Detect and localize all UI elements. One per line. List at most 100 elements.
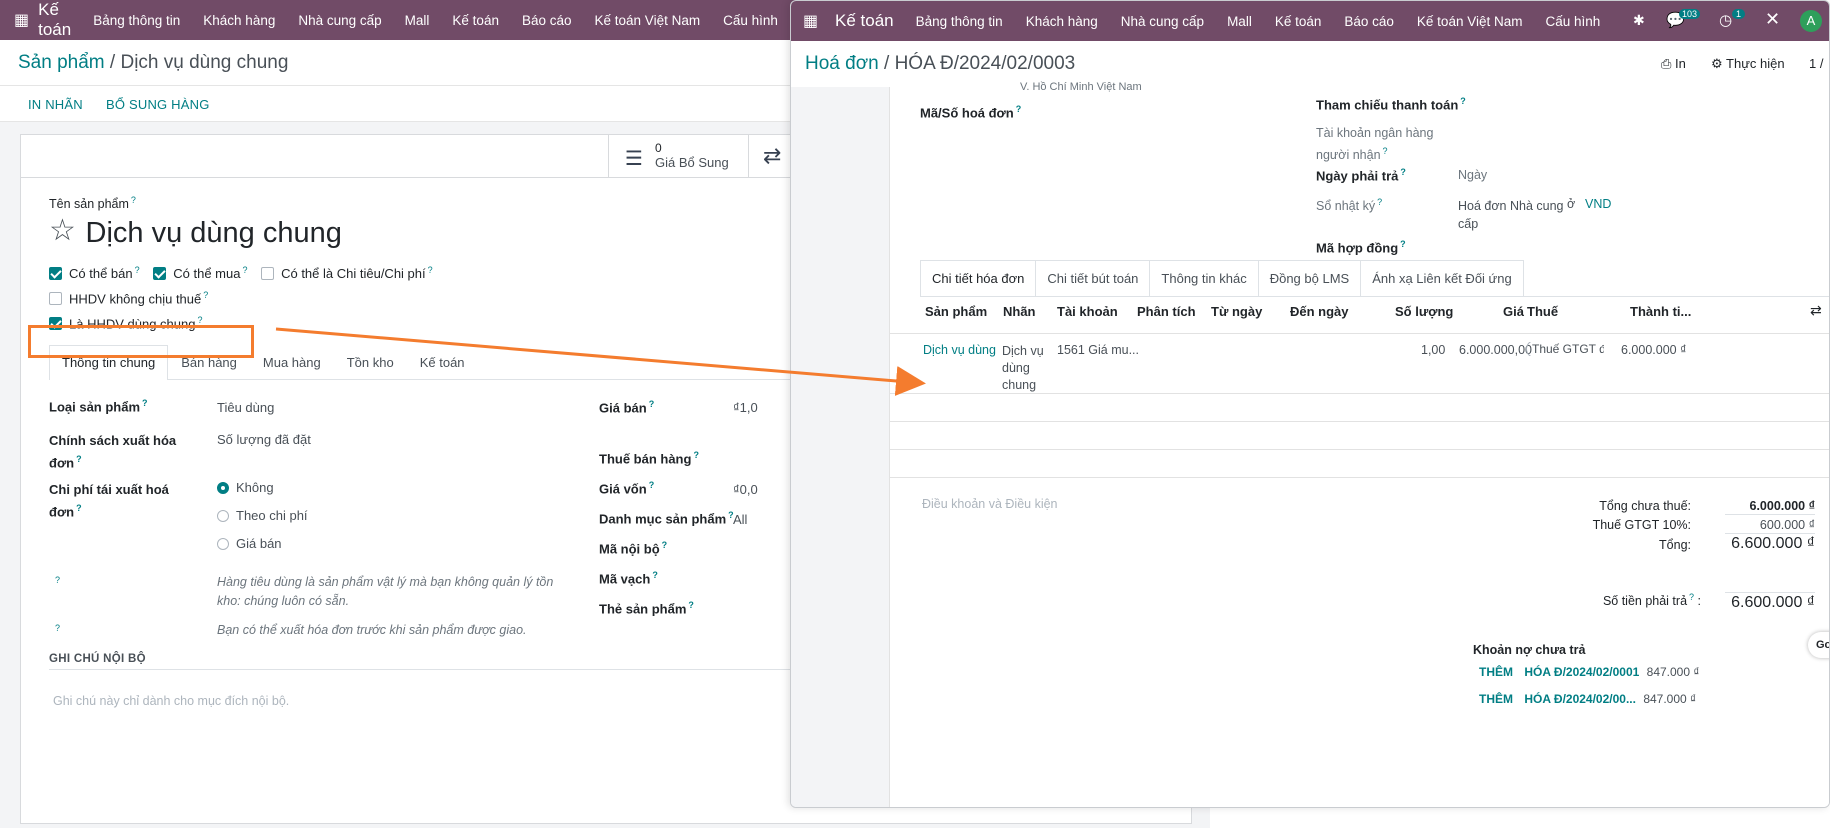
sale-price-value[interactable]: ₫1,0 bbox=[733, 400, 758, 415]
internal-notes-input[interactable]: Ghi chú này chỉ dành cho mục đích nội bộ… bbox=[53, 694, 289, 708]
pager[interactable]: 1 / bbox=[1809, 56, 1823, 71]
amount-due-label: Số tiền phải trả? : bbox=[1602, 592, 1701, 609]
journal-value[interactable]: Hoá đơn Nhà cung cấp bbox=[1458, 197, 1564, 233]
menu-accounting[interactable]: Kế toán bbox=[452, 13, 499, 28]
invoice-policy-value[interactable]: Số lượng đã đặt bbox=[217, 432, 311, 447]
reinvoice-option-no[interactable]: Không bbox=[217, 480, 274, 495]
col-to-date[interactable]: Đến ngày bbox=[1290, 304, 1349, 319]
breadcrumb-parent[interactable]: Sản phẩm bbox=[18, 52, 105, 73]
tab-invoice-lines[interactable]: Chi tiết hóa đơn bbox=[920, 260, 1037, 296]
menu-vendors[interactable]: Nhà cung cấp bbox=[1121, 14, 1204, 29]
col-account[interactable]: Tài khoản bbox=[1057, 304, 1118, 319]
replenish-button[interactable]: BỔ SUNG HÀNG bbox=[106, 97, 210, 112]
can-buy-checkbox[interactable]: Có thể mua? bbox=[153, 265, 247, 281]
tab-lms-sync[interactable]: Đồng bộ LMS bbox=[1257, 260, 1362, 296]
avatar[interactable]: A bbox=[1800, 10, 1822, 32]
row-account[interactable]: 1561 Giá mu... bbox=[1057, 343, 1139, 357]
row-subtotal[interactable]: 6.000.000 ₫ bbox=[1621, 343, 1687, 357]
col-product[interactable]: Sản phẩm bbox=[925, 304, 987, 319]
col-label[interactable]: Nhãn bbox=[1003, 304, 1036, 319]
menu-vn-accounting[interactable]: Kế toán Việt Nam bbox=[1417, 14, 1523, 29]
menu-dashboard[interactable]: Bảng thông tin bbox=[93, 13, 180, 28]
go-button[interactable]: Go bbox=[1808, 632, 1829, 658]
menu-customers[interactable]: Khách hàng bbox=[203, 13, 275, 28]
category-value[interactable]: All bbox=[733, 512, 747, 527]
table-row[interactable]: Dịch vụ dùng cl Dịch vụdùngchung 1561 Gi… bbox=[890, 334, 1829, 394]
due-date-input[interactable]: Ngày bbox=[1458, 168, 1487, 182]
row-quantity[interactable]: 1,00 bbox=[1421, 343, 1445, 357]
breadcrumb-sep: / bbox=[109, 52, 116, 73]
cost-value[interactable]: ₫0,0 bbox=[733, 482, 758, 497]
print-button[interactable]: ⎙ In bbox=[1661, 56, 1686, 72]
tab-inventory[interactable]: Tồn kho bbox=[334, 345, 407, 379]
favorite-star-icon[interactable]: ☆ bbox=[49, 214, 76, 247]
tools-icon[interactable]: ✕ bbox=[1765, 9, 1780, 30]
untaxed-label: Tổng chưa thuế: bbox=[1599, 499, 1691, 513]
partner-address-cut: V. Hồ Chí Minh Việt Nam bbox=[1020, 81, 1142, 93]
tab-other-info[interactable]: Thông tin khác bbox=[1149, 260, 1259, 296]
menu-reports[interactable]: Báo cáo bbox=[1344, 14, 1394, 29]
menu-accounting[interactable]: Kế toán bbox=[1275, 14, 1322, 29]
category-label: Danh mục sản phẩm? bbox=[599, 510, 734, 527]
row-price[interactable]: 6.000.000,00 bbox=[1459, 343, 1532, 357]
col-tax[interactable]: Thuế bbox=[1527, 304, 1558, 319]
col-analytic[interactable]: Phân tích bbox=[1137, 304, 1196, 319]
tab-accounting[interactable]: Kế toán bbox=[407, 345, 478, 379]
breadcrumb-current: Dịch vụ dùng chung bbox=[120, 52, 289, 73]
cost-label: Giá vốn? bbox=[599, 480, 655, 497]
col-price[interactable]: Giá bbox=[1503, 304, 1524, 319]
menu-mall[interactable]: Mall bbox=[405, 13, 430, 28]
can-sell-checkbox[interactable]: Có thể bán? bbox=[49, 265, 140, 281]
add-outstanding-button[interactable]: THÊM bbox=[1479, 692, 1513, 706]
col-from-date[interactable]: Từ ngày bbox=[1211, 304, 1262, 319]
menu-vendors[interactable]: Nhà cung cấp bbox=[298, 13, 381, 28]
outstanding-title: Khoản nợ chưa trả bbox=[1473, 643, 1586, 657]
control-panel: Hoá đơn / HÓA Đ/2024/02/0003 ⎙ In ⚙ Thực… bbox=[791, 41, 1829, 87]
reinvoice-option-sales-price[interactable]: Giá bán bbox=[217, 536, 282, 551]
col-quantity[interactable]: Số lượng bbox=[1395, 304, 1453, 319]
menu-mall[interactable]: Mall bbox=[1227, 14, 1252, 29]
menu-configuration[interactable]: Cấu hình bbox=[1545, 14, 1600, 29]
app-brand[interactable]: Kế toán bbox=[835, 11, 894, 31]
currency-value[interactable]: VND bbox=[1585, 197, 1611, 211]
outstanding-ref[interactable]: HÓA Đ/2024/02/0001 bbox=[1524, 665, 1639, 679]
product-name-label: Tên sản phẩm? bbox=[49, 195, 136, 212]
tab-counterpart-mapping[interactable]: Ánh xạ Liên kết Đối ứng bbox=[1360, 260, 1524, 296]
internal-ref-label: Mã nội bộ? bbox=[599, 540, 668, 557]
action-button-row: IN NHÃN BỔ SUNG HÀNG bbox=[0, 86, 800, 122]
menu-dashboard[interactable]: Bảng thông tin bbox=[916, 14, 1003, 29]
add-outstanding-button[interactable]: THÊM bbox=[1479, 665, 1513, 679]
row-label[interactable]: Dịch vụ dùng chung bbox=[1002, 343, 1044, 394]
product-name[interactable]: Dịch vụ dùng chung bbox=[86, 217, 342, 249]
breadcrumb-parent[interactable]: Hoá đơn bbox=[805, 53, 879, 74]
help-icon: ? bbox=[55, 575, 61, 585]
row-tax-chip[interactable]: Thuế GTGT đượ bbox=[1526, 342, 1604, 356]
apps-menu-icon[interactable]: ▦ bbox=[14, 10, 29, 30]
outstanding-ref[interactable]: HÓA Đ/2024/02/00... bbox=[1524, 692, 1636, 706]
clock-icon[interactable]: ◷ bbox=[1719, 11, 1732, 29]
left-main-navbar: ▦ Kế toán Bảng thông tin Khách hàng Nhà … bbox=[0, 0, 800, 40]
col-subtotal[interactable]: Thành ti... bbox=[1630, 304, 1691, 319]
terms-input[interactable]: Điều khoản và Điều kiện bbox=[922, 497, 1058, 511]
extra-prices-button[interactable]: ☰ 0 Giá Bổ Sung bbox=[608, 135, 748, 178]
row-product[interactable]: Dịch vụ dùng cl bbox=[923, 343, 999, 357]
menu-configuration[interactable]: Cấu hình bbox=[723, 13, 778, 28]
bug-icon[interactable]: ✱ bbox=[1633, 12, 1645, 29]
tab-purchase[interactable]: Mua hàng bbox=[250, 345, 334, 379]
print-labels-button[interactable]: IN NHÃN bbox=[28, 97, 83, 112]
expense-checkbox[interactable]: Có thể là Chi tiêu/Chi phí? bbox=[261, 265, 433, 281]
apps-menu-icon[interactable]: ▦ bbox=[803, 11, 825, 31]
column-settings-icon[interactable]: ⇄ bbox=[1810, 302, 1822, 319]
reinvoice-option-cost[interactable]: Theo chi phí bbox=[217, 508, 308, 523]
invoice-code-label: Mã/Số hoá đơn? bbox=[920, 104, 1022, 121]
menu-reports[interactable]: Báo cáo bbox=[522, 13, 572, 28]
tab-journal-items[interactable]: Chi tiết bút toán bbox=[1035, 260, 1151, 296]
sale-price-label: Giá bán? bbox=[599, 399, 655, 416]
no-tax-checkbox[interactable]: HHDV không chịu thuế? bbox=[49, 290, 208, 306]
menu-vn-accounting[interactable]: Kế toán Việt Nam bbox=[595, 13, 701, 28]
menu-customers[interactable]: Khách hàng bbox=[1026, 14, 1098, 29]
action-button[interactable]: ⚙ Thực hiện bbox=[1711, 56, 1785, 72]
app-brand[interactable]: Kế toán bbox=[38, 0, 71, 40]
outstanding-item: THÊM HÓA Đ/2024/02/00... 847.000 ₫ bbox=[1479, 692, 1696, 706]
product-type-value[interactable]: Tiêu dùng bbox=[217, 400, 274, 415]
